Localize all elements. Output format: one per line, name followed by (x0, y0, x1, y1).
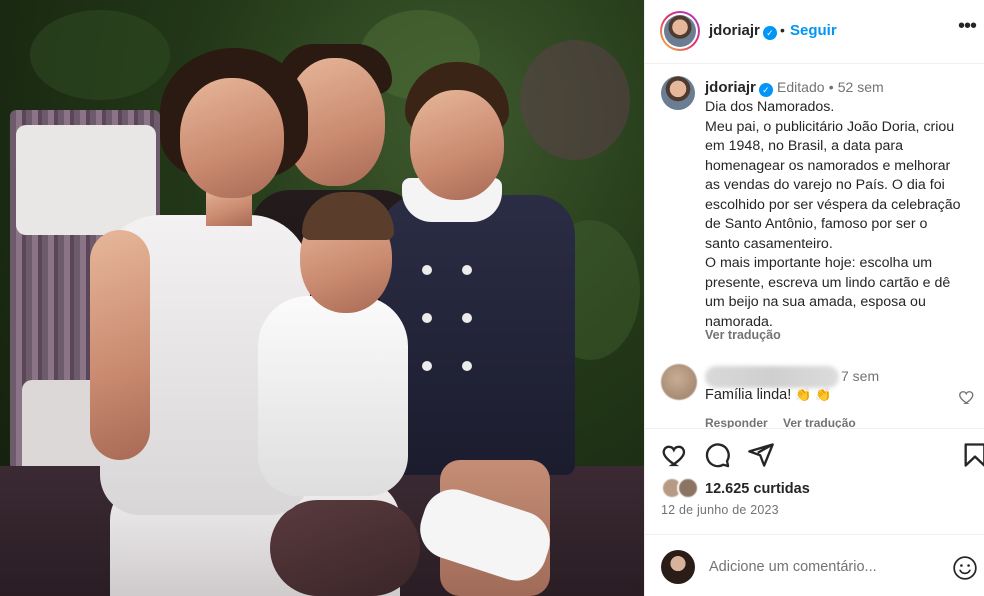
caption-header: jdoriajr ✓ Editado • 52 sem (705, 79, 884, 97)
coat-button (462, 313, 472, 323)
follow-button[interactable]: Seguir (790, 22, 837, 39)
post-photo[interactable] (0, 0, 644, 596)
caption-age[interactable]: 52 sem (838, 79, 884, 95)
caption-line: O mais importante hoje: escolha um (705, 255, 933, 271)
coat-button (462, 265, 472, 275)
caption-line: escolhido por ser véspera da celebração (705, 196, 961, 213)
caption-username[interactable]: jdoriajr (705, 79, 756, 96)
post-date[interactable]: 12 de junho de 2023 (661, 503, 779, 517)
separator-dot: • (780, 22, 785, 38)
likes-count[interactable]: 12.625 curtidas (705, 481, 810, 497)
comment-icon[interactable] (703, 441, 731, 469)
post-header: jdoriajr ✓ • Seguir ••• (645, 0, 984, 64)
mother-knee (270, 500, 420, 596)
comment-like-heart-icon[interactable] (958, 388, 976, 406)
verified-badge-icon: ✓ (762, 26, 777, 40)
pillow (16, 125, 156, 235)
author-username[interactable]: jdoriajr ✓ (709, 22, 777, 40)
coat-button (422, 313, 432, 323)
share-icon[interactable] (747, 441, 775, 469)
caption-line: as vendas do varejo no País. O dia foi (705, 177, 945, 193)
username-text[interactable]: jdoriajr (709, 22, 760, 39)
coat-button (422, 265, 432, 275)
caption-line: Dia dos Namorados. (705, 99, 835, 115)
more-options-icon[interactable]: ••• (955, 16, 979, 40)
mother-arm (90, 230, 150, 460)
comment-input[interactable] (709, 557, 939, 577)
caption-line: Meu pai, o publicitário João Doria, crio… (705, 118, 955, 135)
story-ring (662, 13, 698, 49)
caption-author-avatar[interactable] (661, 76, 695, 110)
caption-line: homenagear os namorados e melhorar (705, 157, 951, 174)
emoji-icon[interactable] (952, 555, 978, 581)
caption-line: de Santo Antônio, famoso por ser o (705, 216, 928, 232)
caption-see-translation[interactable]: Ver tradução (705, 328, 781, 342)
comment-composer (645, 534, 984, 596)
foliage (520, 40, 630, 160)
caption-line: um beijo na sua amada, esposa ou (705, 294, 926, 310)
comment-body: Família linda! (705, 387, 792, 403)
post-side-panel: jdoriajr ✓ • Seguir ••• jdoriajr ✓ Editado… (644, 0, 984, 596)
action-bar-divider (645, 428, 984, 429)
mother-face (180, 78, 284, 198)
foliage (30, 10, 170, 100)
current-user-avatar[interactable] (661, 550, 695, 584)
comment-see-translation[interactable]: Ver tradução (783, 416, 856, 428)
caption-line: presente, escreva um lindo cartão e dê (705, 274, 951, 291)
coat-button (462, 361, 472, 371)
caption-line: santo casamenteiro. (705, 235, 833, 252)
commenter-avatar[interactable] (661, 364, 697, 400)
edited-label: Editado (777, 79, 825, 95)
commenter-username-blurred[interactable] (705, 366, 839, 388)
avatar-image (664, 15, 696, 47)
caption-text: Dia dos Namorados. Meu pai, o publicitár… (705, 98, 977, 332)
coat-button (422, 361, 432, 371)
bookmark-icon[interactable] (961, 441, 984, 469)
liker-avatar[interactable] (677, 477, 699, 499)
verified-badge-icon: ✓ (758, 83, 773, 97)
comment-age[interactable]: 7 sem (841, 368, 879, 384)
separator-dot: • (828, 79, 834, 95)
author-avatar[interactable] (660, 11, 700, 51)
caption-line: em 1948, no Brasil, a data para (705, 138, 903, 154)
boy-figure (380, 195, 575, 475)
comment-actions: Responder Ver tradução (705, 416, 868, 428)
reply-button[interactable]: Responder (705, 416, 768, 428)
clap-emoji: 👏 👏 (795, 387, 832, 402)
baby-figure (258, 296, 408, 496)
heart-icon[interactable] (661, 441, 689, 469)
comment-text: Família linda! 👏 👏 (705, 387, 831, 403)
boy-face (410, 90, 504, 200)
